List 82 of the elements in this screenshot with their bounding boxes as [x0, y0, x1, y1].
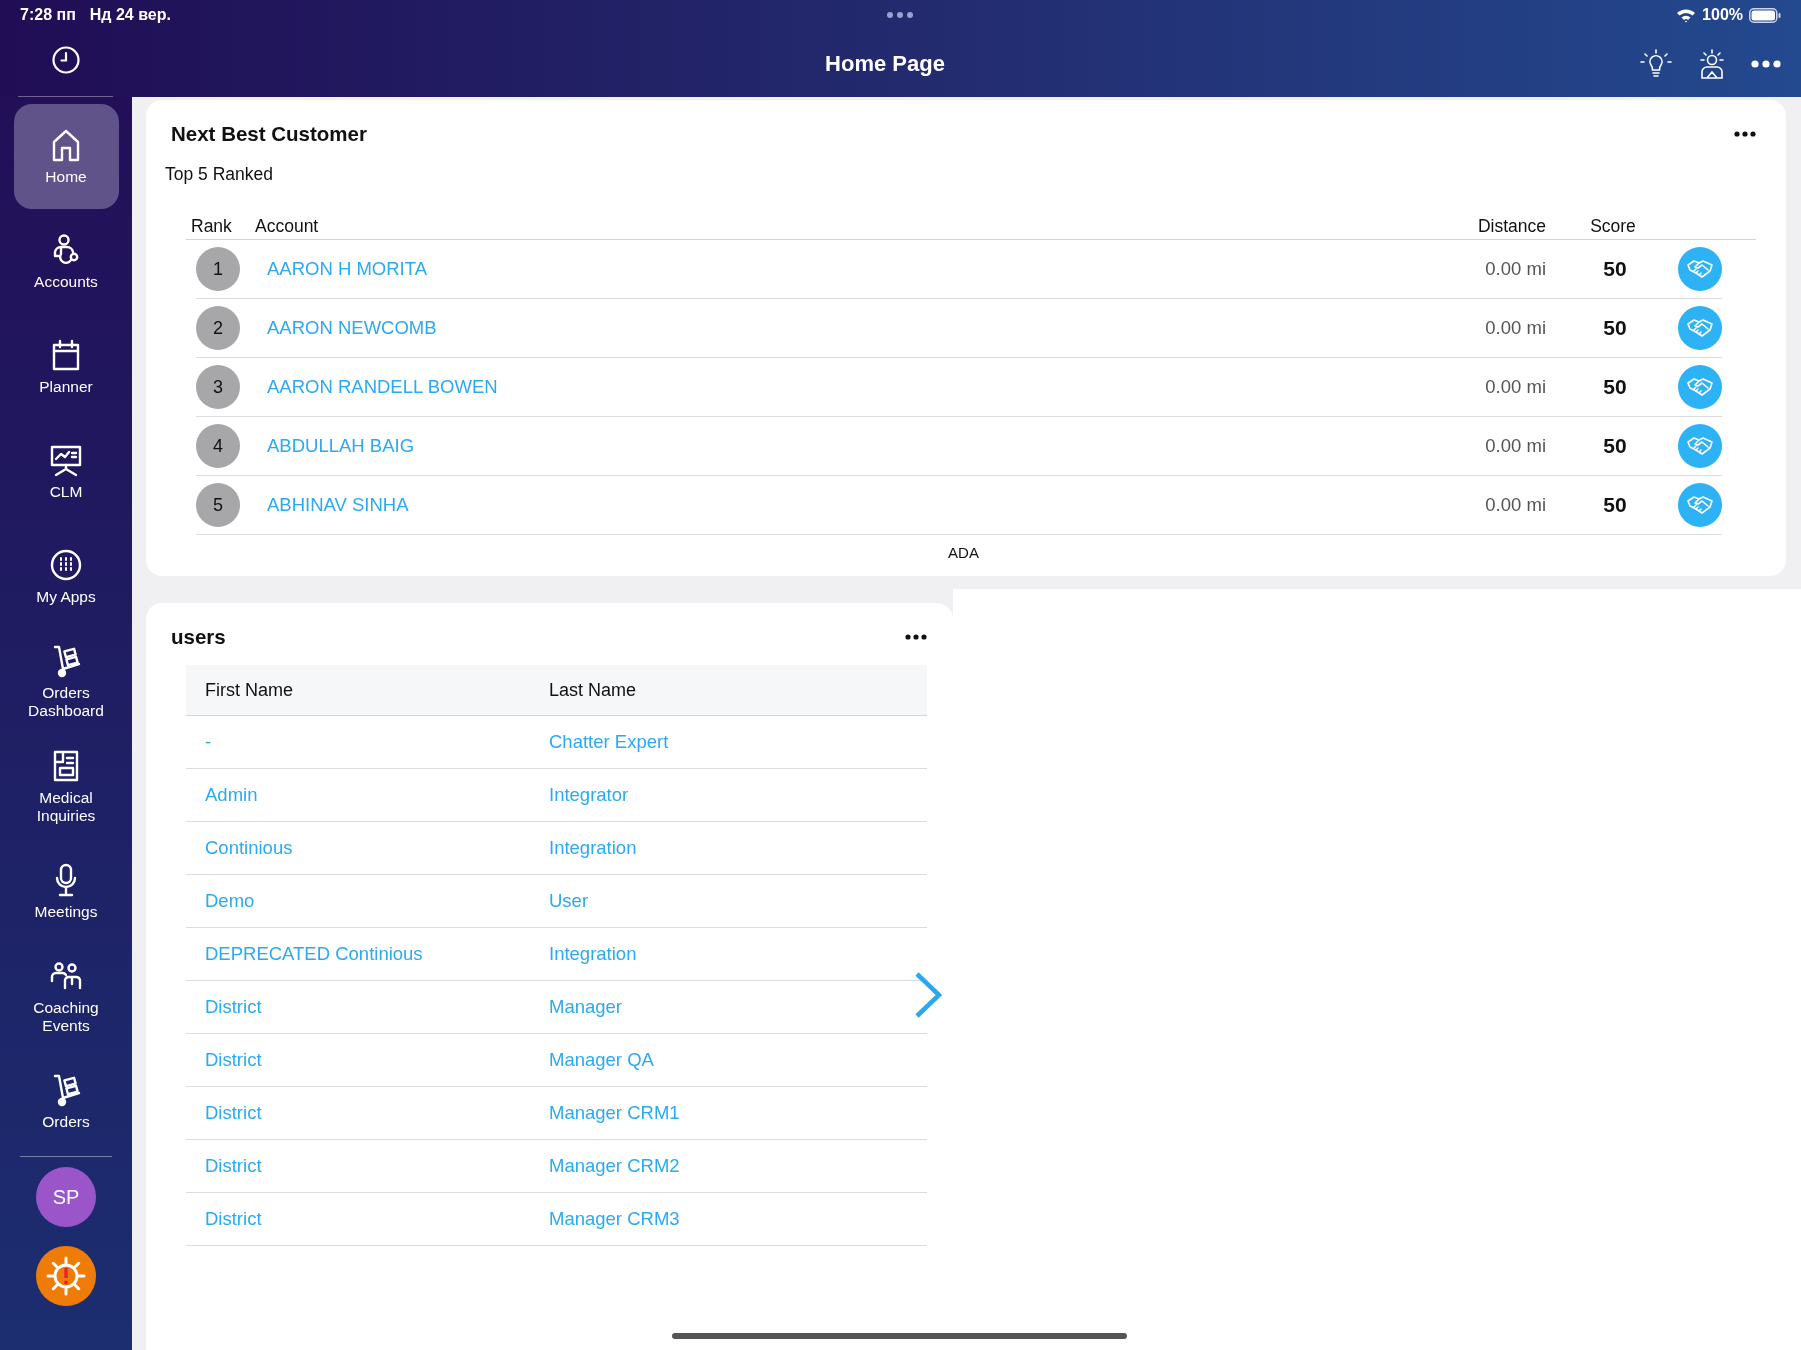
- clock-icon[interactable]: [50, 45, 81, 75]
- sidebar-item[interactable]: Meetings: [13, 839, 119, 944]
- first-name-link[interactable]: Admin: [205, 784, 258, 805]
- rank-badge: 3: [196, 365, 240, 409]
- account-link[interactable]: AARON NEWCOMB: [267, 317, 437, 338]
- user-avatar[interactable]: SP: [36, 1167, 96, 1227]
- card-title: users: [171, 625, 226, 649]
- sidebar-item[interactable]: Orders Dashboard: [13, 629, 119, 734]
- settings-alert-button[interactable]: [36, 1246, 96, 1306]
- sidebar-item[interactable]: Coaching Events: [13, 944, 119, 1049]
- sidebar-item[interactable]: Accounts: [13, 209, 119, 314]
- account-link[interactable]: ABDULLAH BAIG: [267, 435, 415, 456]
- sidebar-item[interactable]: My Apps: [13, 524, 119, 629]
- score-value: 50: [1602, 316, 1628, 340]
- distance-value: 0.00 mi: [1484, 258, 1546, 280]
- rank-badge: 5: [196, 483, 240, 527]
- wifi-icon: [1676, 7, 1697, 23]
- first-name-link[interactable]: Continious: [205, 837, 293, 858]
- chevron-right-icon[interactable]: [913, 971, 943, 1019]
- handshake-icon: [1686, 377, 1714, 397]
- column-header: Last Name: [548, 679, 638, 701]
- sidebar-item[interactable]: Planner: [13, 314, 119, 419]
- battery-icon: [1749, 7, 1781, 23]
- last-name-link[interactable]: Manager CRM3: [549, 1208, 680, 1229]
- first-name-link[interactable]: District: [205, 1049, 262, 1070]
- person-sun-icon[interactable]: [1697, 47, 1727, 80]
- last-name-link[interactable]: Integration: [549, 943, 637, 964]
- score-value: 50: [1602, 434, 1628, 458]
- last-name-link[interactable]: Integrator: [549, 784, 629, 805]
- gear-alert-icon: [45, 1255, 87, 1297]
- account-link[interactable]: ABHINAV SINHA: [267, 494, 409, 515]
- account-link[interactable]: AARON H MORITA: [267, 258, 427, 279]
- more-icon[interactable]: [905, 634, 927, 640]
- column-header: First Name: [204, 679, 294, 701]
- last-name-link[interactable]: Chatter Expert: [549, 731, 669, 752]
- first-name-link[interactable]: DEPRECATED Continious: [205, 943, 423, 964]
- column-header: Account: [255, 216, 320, 237]
- score-value: 50: [1602, 257, 1628, 281]
- rank-badge: 2: [196, 306, 240, 350]
- first-name-link[interactable]: Demo: [205, 890, 255, 911]
- score-value: 50: [1602, 375, 1628, 399]
- handshake-icon: [1686, 259, 1714, 279]
- status-date: Нд 24 вер.: [89, 6, 171, 24]
- last-name-link[interactable]: Integration: [549, 837, 637, 858]
- sidebar-item[interactable]: Orders: [13, 1049, 119, 1154]
- first-name-link[interactable]: District: [205, 1102, 262, 1123]
- battery-percent: 100%: [1702, 6, 1743, 24]
- last-name-link[interactable]: Manager CRM2: [549, 1155, 680, 1176]
- distance-value: 0.00 mi: [1484, 494, 1546, 516]
- more-icon[interactable]: [1751, 59, 1781, 68]
- rank-badge: 1: [196, 247, 240, 291]
- last-name-link[interactable]: Manager QA: [549, 1049, 654, 1070]
- column-header: Distance: [1476, 216, 1546, 237]
- handshake-icon: [1686, 495, 1714, 515]
- first-name-link[interactable]: District: [205, 996, 262, 1017]
- sidebar-item[interactable]: Home: [13, 104, 119, 209]
- page-title: Home Page: [824, 50, 946, 77]
- last-name-link[interactable]: Manager CRM1: [549, 1102, 680, 1123]
- handshake-icon: [1686, 318, 1714, 338]
- column-header: Rank: [190, 216, 233, 237]
- status-time: 7:28 пп: [20, 6, 76, 24]
- score-value: 50: [1602, 493, 1628, 517]
- distance-value: 0.00 mi: [1484, 376, 1546, 398]
- sidebar-item[interactable]: CLM: [13, 419, 119, 524]
- account-link[interactable]: AARON RANDELL BOWEN: [267, 376, 498, 397]
- first-name-link[interactable]: District: [205, 1208, 262, 1229]
- card-footer: ADA: [171, 544, 1756, 561]
- more-icon[interactable]: [1734, 131, 1756, 137]
- card-subtitle: Top 5 Ranked: [165, 164, 274, 185]
- column-header: Score: [1589, 216, 1637, 237]
- distance-value: 0.00 mi: [1484, 435, 1546, 457]
- last-name-link[interactable]: User: [549, 890, 589, 911]
- rank-badge: 4: [196, 424, 240, 468]
- first-name-link[interactable]: District: [205, 1155, 262, 1176]
- first-name-link[interactable]: -: [205, 731, 212, 752]
- card-title: Next Best Customer: [171, 122, 367, 146]
- handshake-icon: [1686, 436, 1714, 456]
- distance-value: 0.00 mi: [1484, 317, 1546, 339]
- sidebar-item[interactable]: Medical Inquiries: [13, 734, 119, 839]
- apps-grid-icon: [49, 547, 83, 583]
- more-dots-icon: [886, 11, 914, 19]
- last-name-link[interactable]: Manager: [549, 996, 622, 1017]
